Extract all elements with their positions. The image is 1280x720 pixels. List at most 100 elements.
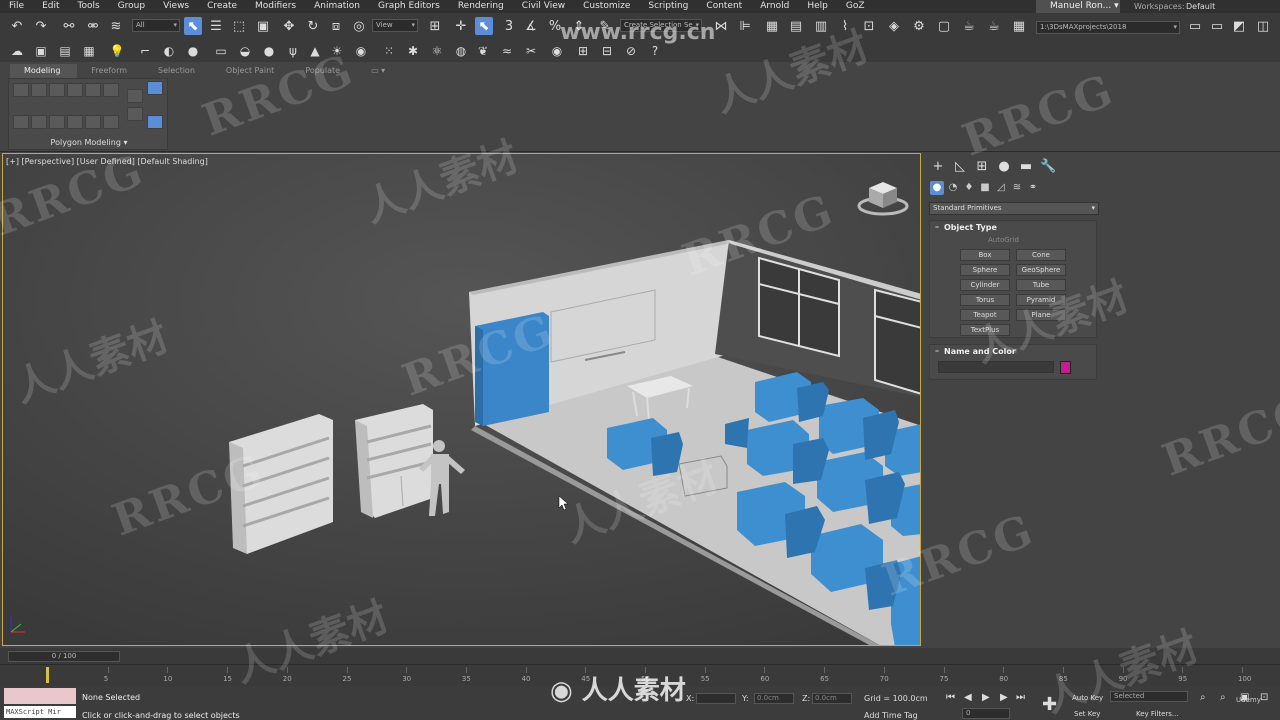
plane-button[interactable]: Plane — [1016, 309, 1066, 321]
shapes-icon[interactable]: ◔ — [946, 181, 960, 195]
ribbon-tool-5-button[interactable] — [85, 115, 101, 129]
sphere-button[interactable]: Sphere — [960, 264, 1010, 276]
ribbon-tool-6-button[interactable] — [103, 115, 119, 129]
set-key-plus-icon[interactable]: ✚ — [1042, 694, 1057, 715]
globe-icon[interactable]: ◍ — [452, 42, 470, 60]
hair-icon[interactable]: ≈ — [498, 42, 516, 60]
ribbon-tool-1-button[interactable] — [13, 115, 29, 129]
selection-region-icon[interactable]: ⬚ — [230, 17, 248, 35]
maxscript-mini-listener[interactable]: MAXScript Mir — [4, 706, 76, 718]
element-mode-button[interactable] — [85, 83, 101, 97]
systems-icon[interactable]: ⚭ — [1026, 181, 1040, 195]
space-warps-icon[interactable]: ≋ — [1010, 181, 1024, 195]
polygon-mode-button[interactable] — [67, 83, 83, 97]
layer-explorer-icon[interactable]: ▤ — [787, 17, 805, 35]
modify-mode-button[interactable] — [103, 83, 119, 97]
z-coordinate-field[interactable]: 0.0cm — [812, 693, 852, 704]
add-time-tag-button[interactable]: Add Time Tag — [864, 711, 918, 720]
border-mode-button[interactable] — [49, 83, 65, 97]
modify-tab-icon[interactable]: ◺ — [952, 159, 968, 175]
dome-light-icon[interactable]: ◉ — [352, 42, 370, 60]
menu-civil-view[interactable]: Civil View — [513, 0, 574, 13]
menu-create[interactable]: Create — [198, 0, 246, 13]
link-icon[interactable]: ⚯ — [60, 17, 78, 35]
window-crossing-icon[interactable]: ▣ — [254, 17, 272, 35]
redo-icon[interactable]: ↷ — [32, 17, 50, 35]
hierarchy-tab-icon[interactable]: ⊞ — [974, 159, 990, 175]
tab-modeling[interactable]: Modeling — [10, 64, 78, 78]
bind-spacewarp-icon[interactable]: ≋ — [107, 17, 125, 35]
tab-populate[interactable]: Populate — [291, 64, 357, 78]
key-selection-dropdown[interactable]: Selected — [1110, 691, 1188, 702]
tab-object-paint[interactable]: Object Paint — [212, 64, 291, 78]
material-editor-icon[interactable]: ◈ — [885, 17, 903, 35]
go-to-end-icon[interactable]: ⏭ — [1016, 692, 1025, 703]
go-to-start-icon[interactable]: ⏮ — [946, 692, 955, 703]
name-and-color-title[interactable]: Name and Color — [930, 345, 1096, 358]
helpers-icon[interactable]: ◿ — [994, 181, 1008, 195]
object-color-swatch[interactable] — [1060, 361, 1071, 374]
cabinet-blue-front[interactable] — [475, 312, 549, 426]
material-balls-icon[interactable]: ● — [184, 42, 202, 60]
undo-icon[interactable]: ↶ — [8, 17, 26, 35]
lights-icon[interactable]: ♦ — [962, 181, 976, 195]
render-online-icon[interactable]: ▦ — [1010, 17, 1028, 35]
autogrid-checkbox[interactable]: AutoGrid — [988, 236, 1019, 244]
maximize-viewport-icon[interactable]: ⊡ — [1260, 692, 1268, 703]
zoom-all-icon[interactable]: ⌕ — [1220, 692, 1226, 703]
user-account-menu[interactable]: Manuel Ron... ▾ — [1036, 0, 1120, 13]
pivot-center-icon[interactable]: ⊞ — [426, 17, 444, 35]
molecule-icon[interactable]: ⚛ — [428, 42, 446, 60]
current-time-marker[interactable] — [46, 667, 49, 683]
schematic-view-icon[interactable]: ⊡ — [860, 17, 878, 35]
vertex-mode-button[interactable] — [13, 83, 29, 97]
menu-modifiers[interactable]: Modifiers — [246, 0, 305, 13]
auto-key-button[interactable]: Auto Key — [1072, 694, 1103, 702]
cone-button[interactable]: Cone — [1016, 249, 1066, 261]
x-coordinate-field[interactable] — [696, 693, 736, 704]
zoom-icon[interactable]: ⌕ — [1200, 692, 1206, 703]
render-setup-icon[interactable]: ⚙ — [910, 17, 928, 35]
teapot-button[interactable]: Teapot — [960, 309, 1010, 321]
polygon-modeling-dropdown[interactable]: Polygon Modeling ▾ — [9, 138, 169, 147]
viewport-label[interactable]: [+] [Perspective] [User Defined] [Defaul… — [6, 157, 208, 166]
curve-editor-icon[interactable]: ⌇ — [836, 17, 854, 35]
help-icon[interactable]: ◫ — [1254, 17, 1272, 35]
sphere-icon[interactable]: ● — [260, 42, 278, 60]
window-right[interactable] — [874, 288, 921, 395]
move-icon[interactable]: ✥ — [280, 17, 298, 35]
select-object-icon[interactable]: ⬉ — [184, 17, 202, 35]
menu-file[interactable]: File — [0, 0, 33, 13]
cloth-icon[interactable]: ✂ — [522, 42, 540, 60]
particle-icon[interactable]: ⁙ — [380, 42, 398, 60]
angle-snap-icon[interactable]: ∡ — [522, 17, 540, 35]
workspace-dropdown[interactable]: Default — [1186, 0, 1215, 13]
spray-icon[interactable]: ✱ — [404, 42, 422, 60]
menu-animation[interactable]: Animation — [305, 0, 369, 13]
cylinder-button[interactable]: Cylinder — [960, 279, 1010, 291]
perspective-viewport[interactable]: [+] [Perspective] [User Defined] [Defaul… — [2, 153, 921, 646]
tab-selection[interactable]: Selection — [144, 64, 212, 78]
menu-arnold[interactable]: Arnold — [751, 0, 798, 13]
place-icon[interactable]: ◎ — [350, 17, 368, 35]
render-view-icon[interactable]: ▣ — [32, 42, 50, 60]
object-name-field[interactable] — [938, 361, 1054, 373]
open-explorer-icon[interactable]: ▭ — [1208, 17, 1226, 35]
edge-mode-button[interactable] — [31, 83, 47, 97]
light-bulb-icon[interactable]: 💡 — [108, 42, 126, 60]
fog-icon[interactable]: ☁ — [8, 42, 26, 60]
camera-icon[interactable]: ⌐ — [136, 42, 154, 60]
scale-icon[interactable]: ⧈ — [327, 17, 345, 35]
align-icon[interactable]: ⊫ — [736, 17, 754, 35]
ribbon-tool-2-button[interactable] — [31, 115, 47, 129]
render-iterative-icon[interactable]: ☕ — [985, 17, 1003, 35]
snaps-toggle-icon[interactable]: 3 — [500, 17, 518, 35]
render-production-icon[interactable]: ☕ — [960, 17, 978, 35]
box-button[interactable]: Box — [960, 249, 1010, 261]
menu-views[interactable]: Views — [154, 0, 198, 13]
plane-primitive-icon[interactable]: ▭ — [212, 42, 230, 60]
autodesk-app-icon[interactable]: ◩ — [1230, 17, 1248, 35]
preserve-uvs-button[interactable] — [127, 107, 143, 121]
set-key-button[interactable]: Set Key — [1074, 710, 1100, 718]
menu-help[interactable]: Help — [798, 0, 837, 13]
